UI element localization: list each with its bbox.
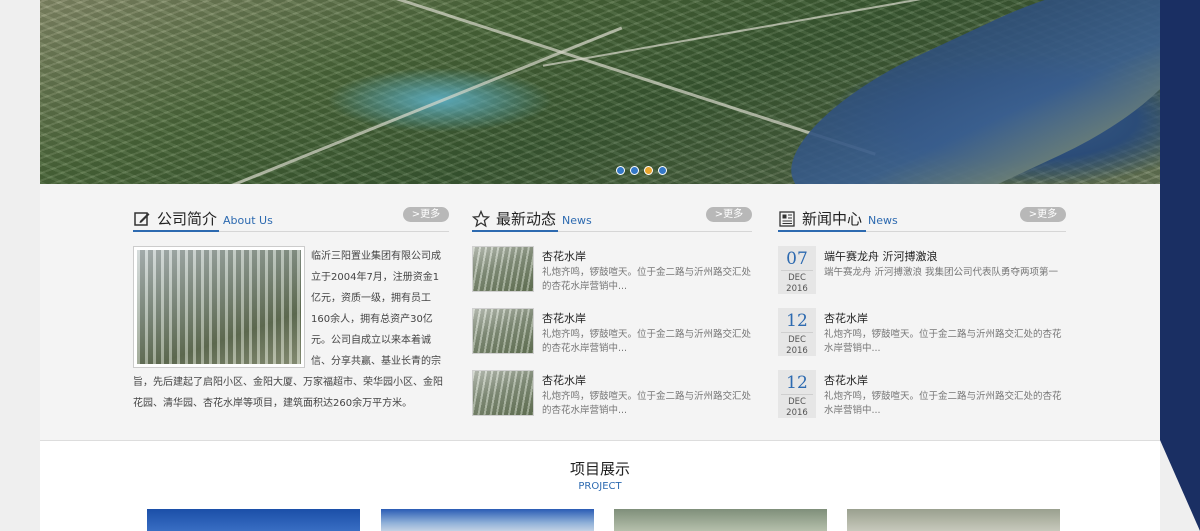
news-center-item-title[interactable]: 杏花水岸 bbox=[824, 310, 868, 326]
latest-item-desc: 礼炮齐鸣，锣鼓喧天。位于金二路与沂州路交汇处的杏花水岸营销中... bbox=[542, 329, 752, 354]
carousel-dot[interactable] bbox=[644, 166, 653, 175]
news-center-item[interactable]: 12 DEC 2016 杏花水岸 礼炮齐鸣，锣鼓喧天。位于金二路与沂州路交汇处的… bbox=[778, 308, 1068, 360]
latest-header: 最新动态 News >更多 bbox=[472, 206, 752, 232]
latest-more-button[interactable]: >更多 bbox=[706, 207, 752, 222]
news-center-more-button[interactable]: >更多 bbox=[1020, 207, 1066, 222]
projects-title: 项目展示 bbox=[569, 460, 630, 478]
star-icon bbox=[472, 209, 490, 227]
latest-thumb bbox=[472, 308, 534, 354]
latest-item-title[interactable]: 杏花水岸 bbox=[542, 372, 586, 388]
carousel-dot[interactable] bbox=[630, 166, 639, 175]
date-badge: 07 DEC 2016 bbox=[778, 246, 816, 294]
latest-item-title[interactable]: 杏花水岸 bbox=[542, 248, 586, 264]
hero-banner[interactable] bbox=[40, 0, 1160, 184]
date-badge: 12 DEC 2016 bbox=[778, 308, 816, 356]
latest-thumb bbox=[472, 370, 534, 416]
latest-item-desc: 礼炮齐鸣，锣鼓喧天。位于金二路与沂州路交汇处的杏花水岸营销中... bbox=[542, 391, 752, 416]
latest-title: 最新动态 bbox=[496, 210, 557, 228]
river-shape bbox=[767, 0, 1160, 184]
about-header: 公司简介 About Us >更多 bbox=[133, 206, 449, 232]
edit-icon bbox=[134, 211, 150, 226]
about-title-en: About Us bbox=[223, 214, 273, 227]
carousel-dot[interactable] bbox=[616, 166, 625, 175]
news-center-item-desc: 礼炮齐鸣，锣鼓喧天。位于金二路与沂州路交汇处的杏花水岸营销中... bbox=[824, 391, 1062, 416]
news-center-item[interactable]: 12 DEC 2016 杏花水岸 礼炮齐鸣，锣鼓喧天。位于金二路与沂州路交汇处的… bbox=[778, 370, 1068, 422]
news-center-item-desc: 礼炮齐鸣，锣鼓喧天。位于金二路与沂州路交汇处的杏花水岸营销中... bbox=[824, 329, 1062, 354]
latest-item[interactable]: 杏花水岸 礼炮齐鸣，锣鼓喧天。位于金二路与沂州路交汇处的杏花水岸营销中... bbox=[472, 246, 754, 298]
about-column: 公司简介 About Us >更多 临沂三阳置业集团有限公司成立于2004年7月… bbox=[133, 206, 449, 409]
latest-title-en: News bbox=[562, 214, 592, 227]
carousel-dot[interactable] bbox=[658, 166, 667, 175]
news-center-item-title[interactable]: 杏花水岸 bbox=[824, 372, 868, 388]
news-center-item-desc: 端午赛龙舟 沂河搏激浪 我集团公司代表队勇夺两项第一 bbox=[824, 267, 1059, 278]
project-thumb[interactable] bbox=[614, 509, 827, 531]
about-more-button[interactable]: >更多 bbox=[403, 207, 449, 222]
latest-item[interactable]: 杏花水岸 礼炮齐鸣，锣鼓喧天。位于金二路与沂州路交汇处的杏花水岸营销中... bbox=[472, 308, 754, 360]
latest-column: 最新动态 News >更多 杏花水岸 礼炮齐鸣，锣鼓喧天。位于金二路与沂州路交汇… bbox=[472, 206, 752, 416]
about-title: 公司简介 bbox=[157, 210, 218, 228]
project-thumb[interactable] bbox=[847, 509, 1060, 531]
latest-thumb bbox=[472, 246, 534, 292]
news-center-item[interactable]: 07 DEC 2016 端午赛龙舟 沂河搏激浪 端午赛龙舟 沂河搏激浪 我集团公… bbox=[778, 246, 1068, 298]
carousel-dots bbox=[616, 166, 667, 175]
projects-title-en: PROJECT bbox=[578, 481, 622, 492]
news-center-item-title[interactable]: 端午赛龙舟 沂河搏激浪 bbox=[824, 248, 938, 264]
latest-item-title[interactable]: 杏花水岸 bbox=[542, 310, 586, 326]
latest-item[interactable]: 杏花水岸 礼炮齐鸣，锣鼓喧天。位于金二路与沂州路交汇处的杏花水岸营销中... bbox=[472, 370, 754, 422]
navy-accent-shape bbox=[1160, 0, 1200, 531]
news-center-column: 新闻中心 News >更多 07 DEC 2016 端午赛龙舟 沂河搏激浪 端午… bbox=[778, 206, 1066, 418]
news-center-title-en: News bbox=[868, 214, 898, 227]
content-section: 公司简介 About Us >更多 临沂三阳置业集团有限公司成立于2004年7月… bbox=[40, 184, 1160, 440]
about-text: 临沂三阳置业集团有限公司成立于2004年7月，注册资金1亿元，资质一级，拥有员工… bbox=[133, 251, 443, 409]
project-thumb[interactable] bbox=[381, 509, 594, 531]
date-badge: 12 DEC 2016 bbox=[778, 370, 816, 418]
project-thumb[interactable] bbox=[147, 509, 360, 531]
projects-section: 项目展示 PROJECT bbox=[40, 440, 1160, 531]
news-center-title: 新闻中心 bbox=[802, 210, 863, 228]
latest-item-desc: 礼炮齐鸣，锣鼓喧天。位于金二路与沂州路交汇处的杏花水岸营销中... bbox=[542, 267, 752, 292]
left-margin bbox=[0, 0, 40, 531]
news-center-header: 新闻中心 News >更多 bbox=[778, 206, 1066, 232]
newspaper-icon bbox=[779, 210, 795, 227]
